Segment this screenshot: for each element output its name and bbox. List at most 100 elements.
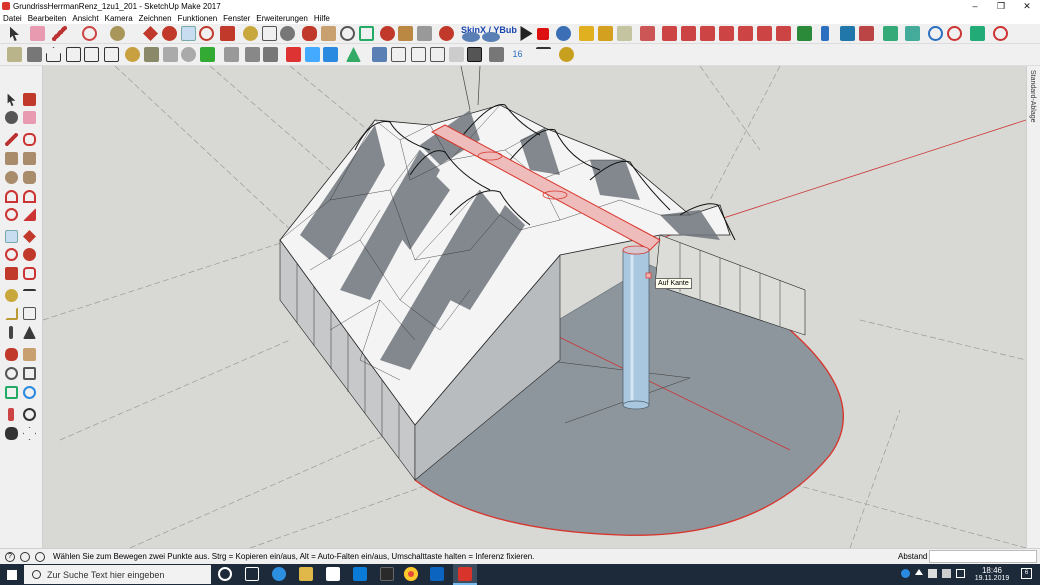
menu-datei[interactable]: Datei [3,14,22,23]
scene-number[interactable]: 16 [510,47,525,62]
flowify-icon-5[interactable] [719,26,734,41]
perspective-icon[interactable] [346,47,361,62]
scale-tool-icon[interactable] [220,26,235,41]
notifications-icon[interactable]: 6 [1021,568,1032,579]
credits-icon[interactable] [35,551,45,562]
two-point-arc-icon[interactable] [23,190,36,203]
hand-tool-icon[interactable] [970,26,985,41]
hidden-line-icon[interactable] [411,47,426,62]
stop-icon[interactable] [537,28,549,40]
move-tool-icon[interactable] [5,230,18,243]
style-red-icon[interactable] [286,47,301,62]
geo-location-icon[interactable] [20,551,30,562]
clock-date[interactable]: 19.11.2019 [972,575,1012,582]
monochrome-icon[interactable] [467,47,482,62]
chrome-icon[interactable] [404,567,418,581]
flowify-icon-7[interactable] [757,26,772,41]
section-cut-icon[interactable] [263,47,278,62]
app-icon-dark[interactable] [380,567,394,581]
chevron-up-icon[interactable] [915,569,923,575]
top-view-icon[interactable] [66,47,81,62]
sandbox-icon-4[interactable] [181,47,196,62]
ruby-icon[interactable] [439,26,454,41]
polygon-tool-icon[interactable] [23,171,36,184]
tent-model-scene[interactable] [43,66,1026,548]
three-point-arc-icon[interactable] [5,208,18,221]
sandbox-icon-1[interactable] [125,47,140,62]
zoom-extents-icon[interactable] [359,26,374,41]
close-button[interactable]: ✕ [1014,0,1040,12]
usb-icon[interactable] [942,569,951,578]
green-face-icon[interactable] [797,26,812,41]
eraser-tool-icon[interactable] [23,111,36,124]
blue-bar-icon[interactable] [821,26,829,41]
pan-tool-icon[interactable] [321,26,336,41]
edge-browser-icon[interactable] [272,567,286,581]
3d-text-icon[interactable] [23,326,36,339]
line-tool-icon[interactable] [5,133,18,146]
circle-tool-icon[interactable] [5,171,18,184]
zoom-tool-icon[interactable] [5,367,18,380]
tape-measure-icon[interactable] [5,289,18,302]
help-tray-icon[interactable] [901,569,910,578]
stretch-icon[interactable] [883,26,898,41]
arrows-down-icon[interactable] [840,26,855,41]
dimension-icon[interactable] [536,47,551,62]
freehand-tool-icon[interactable] [23,133,36,146]
taskbar-search[interactable]: Zur Suche Text hier eingeben [24,565,211,584]
followme-tool-icon[interactable] [23,248,36,261]
offset-tool-icon[interactable] [23,267,36,280]
default-tray[interactable]: Standard-Ablage [1026,66,1040,548]
eraser-tool-icon[interactable] [30,26,45,41]
arrows-updown-icon[interactable] [859,26,874,41]
dimension-tool-icon[interactable] [23,289,36,302]
arc-tool-icon[interactable] [5,190,18,203]
minimize-button[interactable]: – [962,0,988,12]
extension-icon[interactable] [417,26,432,41]
sandbox-icon-2[interactable] [144,47,159,62]
orbit-tool-icon[interactable] [302,26,317,41]
rotate-tool-icon[interactable] [199,26,214,41]
play-icon[interactable] [520,26,533,41]
settings-ring-icon[interactable] [993,26,1008,41]
network-icon[interactable] [928,569,937,578]
walk-tool-icon[interactable] [5,427,18,440]
cortana-icon[interactable] [218,567,232,581]
menu-kamera[interactable]: Kamera [105,14,133,23]
select-tool-icon[interactable] [7,93,16,106]
move-tool-icon[interactable] [181,26,196,41]
wireframe-icon[interactable] [391,47,406,62]
cube-grey-icon[interactable] [617,26,632,41]
restore-button[interactable]: ❒ [988,0,1014,12]
scale-tool-icon[interactable] [5,267,18,280]
followme-tool-icon[interactable] [162,26,177,41]
svg-export-icon[interactable] [200,47,215,62]
position-camera-icon[interactable] [8,408,14,421]
sandbox-icon-3[interactable] [163,47,178,62]
rotate-tool-icon[interactable] [5,248,18,261]
paint-bucket-icon[interactable] [5,111,18,124]
menu-hilfe[interactable]: Hilfe [314,14,330,23]
share-model-icon[interactable] [27,47,42,62]
task-view-icon[interactable] [245,567,259,581]
loop-blue-icon[interactable] [928,26,943,41]
flowify-icon-3[interactable] [681,26,696,41]
clock-time[interactable]: 18:46 [972,566,1012,575]
cube-orange-icon[interactable] [598,26,613,41]
menu-zeichnen[interactable]: Zeichnen [139,14,172,23]
file-explorer-icon[interactable] [299,567,313,581]
menu-ansicht[interactable]: Ansicht [72,14,98,23]
select-tool-icon[interactable] [10,26,19,41]
walk-icon[interactable] [559,47,574,62]
pencil-tool-icon[interactable] [52,26,67,41]
menu-fenster[interactable]: Fenster [223,14,250,23]
shape-tool-icon[interactable] [110,26,125,41]
loop-red-icon[interactable] [947,26,962,41]
text-tool-icon[interactable] [262,26,277,41]
section-display-icon[interactable] [245,47,260,62]
flowify-icon-8[interactable] [776,26,791,41]
home-view-icon[interactable] [46,47,61,62]
paint-bucket-icon[interactable] [280,26,295,41]
previous-view-icon[interactable] [23,386,36,399]
ybub-bubble-icon[interactable] [482,32,500,42]
